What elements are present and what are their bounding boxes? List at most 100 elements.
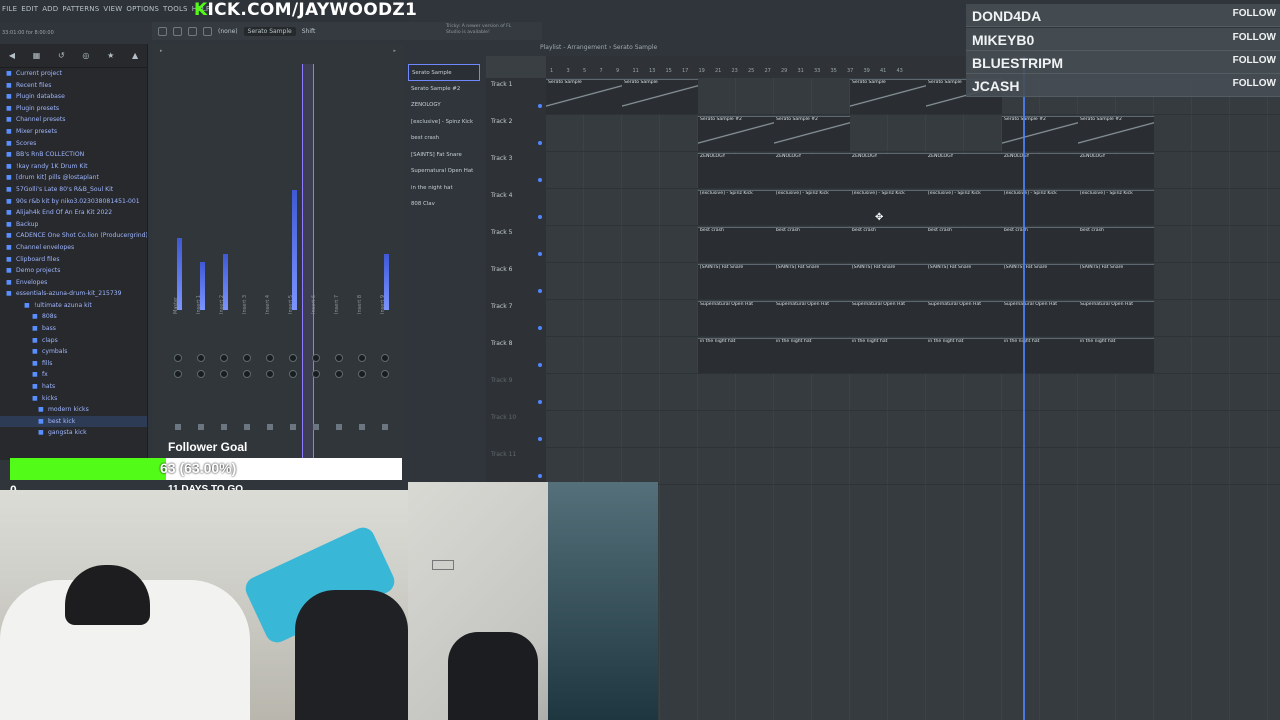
playlist-clip[interactable]: ZENOLOGY [698,153,774,188]
browser-collapse-icon[interactable]: ▲ [132,51,138,60]
browser-item[interactable]: ■ 808s [0,311,147,323]
browser-item[interactable]: ■ 57Golli's Late 80's R&B_Soul Kit [0,184,147,196]
playlist-clip[interactable]: [SAINTS] Fat Snare [774,264,850,299]
browser-item[interactable]: ■ modern kicks [0,404,147,416]
playlist-clip[interactable]: in the night hat [850,338,926,373]
track-mute-icon[interactable] [538,289,542,293]
view-mixer-icon[interactable] [203,26,212,36]
playlist-clip[interactable]: [exclusive] - Spinz Kick [774,190,850,225]
playlist-clip[interactable]: Serato Sample #2 [774,116,850,151]
track-mute-icon[interactable] [538,178,542,182]
playlist-clip[interactable]: [SAINTS] Fat Snare [1002,264,1078,299]
playlist-clip[interactable]: Supernatural Open Hat [698,301,774,336]
track-header[interactable]: Track 4 [486,189,546,226]
volume-knob-icon[interactable] [289,370,297,378]
playlist-clip[interactable]: [exclusive] - Spinz Kick [1002,190,1078,225]
playlist-clip[interactable]: Serato Sample #2 [698,116,774,151]
pan-knob-icon[interactable] [174,354,182,362]
mixer-track[interactable]: Insert 9 [377,64,395,460]
browser-item[interactable]: ■ bass [0,323,147,335]
playlist-clip[interactable]: [SAINTS] Fat Snare [850,264,926,299]
volume-knob-icon[interactable] [243,370,251,378]
playlist-clip[interactable]: in the night hat [1078,338,1154,373]
update-notice[interactable]: Tricky: A newer version of FL Studio is … [446,24,521,35]
mixer-track[interactable]: Insert 7 [331,64,349,460]
track-mute-icon[interactable] [538,400,542,404]
playlist-clip[interactable]: best crash [698,227,774,262]
playlist-clip[interactable]: best crash [1002,227,1078,262]
mixer-track[interactable]: Insert 3 [239,64,257,460]
browser-item[interactable]: ■ fx [0,369,147,381]
fader-handle[interactable] [382,424,388,430]
browser-item[interactable]: ■ kicks [0,393,147,405]
volume-knob-icon[interactable] [197,370,205,378]
playlist-clip[interactable]: Serato Sample #2 [1002,116,1078,151]
track-mute-icon[interactable] [538,474,542,478]
pan-knob-icon[interactable] [312,354,320,362]
track-lane[interactable]: [exclusive] - Spinz Kick [exclusive] - Sp… [546,189,1280,226]
fader-handle[interactable] [290,424,296,430]
track-mute-icon[interactable] [538,215,542,219]
browser-item[interactable]: ■ Envelopes [0,277,147,289]
pan-knob-icon[interactable] [381,354,389,362]
pan-knob-icon[interactable] [266,354,274,362]
playlist-clip[interactable]: ZENOLOGY [1002,153,1078,188]
browser-item[interactable]: ■ !kay randy 1K Drum Kit [0,161,147,173]
browser-item[interactable]: ■ Channel envelopes [0,242,147,254]
volume-knob-icon[interactable] [358,370,366,378]
playlist-clip[interactable]: ZENOLOGY [774,153,850,188]
track-mute-icon[interactable] [538,437,542,441]
mixer-track[interactable]: Insert 1 [193,64,211,460]
channel-item[interactable]: Serato Sample [408,64,480,81]
browser-item[interactable]: ■ Alijah4k End Of An Era Kit 2022 [0,207,147,219]
pan-knob-icon[interactable] [220,354,228,362]
pan-knob-icon[interactable] [197,354,205,362]
channel-item[interactable]: [exclusive] - Spinz Kick [408,114,480,131]
playlist-clip[interactable]: best crash [850,227,926,262]
track-header[interactable]: Track 6 [486,263,546,300]
track-header[interactable]: Track 11 [486,448,546,485]
browser-item[interactable]: ■ Mixer presets [0,126,147,138]
track-lane[interactable]: in the night hat in the night hat in the n… [546,337,1280,374]
volume-knob-icon[interactable] [335,370,343,378]
track-lane[interactable] [546,374,1280,411]
browser-item[interactable]: ■ essentials-azuna-drum-kit_215739 [0,288,147,300]
fader-handle[interactable] [244,424,250,430]
playlist-clip[interactable]: Serato Sample [622,79,698,114]
shift-button[interactable]: Shift [302,28,316,35]
fader-handle[interactable] [336,424,342,430]
track-header[interactable]: Track 2 [486,115,546,152]
playlist-clip[interactable]: best crash [926,227,1002,262]
track-mute-icon[interactable] [538,363,542,367]
browser-item[interactable]: ■ hats [0,381,147,393]
menu-item-add[interactable]: ADD [42,5,58,13]
browser-item[interactable]: ■ [drum kit] pills @lostaplant [0,172,147,184]
fader-handle[interactable] [198,424,204,430]
fader-handle[interactable] [175,424,181,430]
pan-knob-icon[interactable] [289,354,297,362]
channel-item[interactable]: Supernatural Open Hat [408,163,480,180]
volume-knob-icon[interactable] [381,370,389,378]
channel-item[interactable]: best crash [408,130,480,147]
pattern-selector[interactable]: Serato Sample [243,26,296,36]
playlist-clip[interactable]: Supernatural Open Hat [774,301,850,336]
browser-item[interactable]: ■ Scores [0,138,147,150]
browser-back-icon[interactable]: ◀ [9,51,15,60]
track-header[interactable]: Track 9 [486,374,546,411]
playlist-clip[interactable]: Serato Sample [546,79,622,114]
playlist-clip[interactable]: ZENOLOGY [1078,153,1154,188]
channel-item[interactable]: Serato Sample #2 [408,81,480,98]
track-mute-icon[interactable] [538,141,542,145]
browser-item[interactable]: ■ Plugin database [0,91,147,103]
channel-item[interactable]: ZENOLOGY [408,97,480,114]
view-playlist-icon[interactable] [158,26,167,36]
browser-undo-icon[interactable]: ↺ [58,51,65,60]
pan-knob-icon[interactable] [243,354,251,362]
volume-knob-icon[interactable] [312,370,320,378]
track-header[interactable]: Track 7 [486,300,546,337]
playlist-clip[interactable]: [exclusive] - Spinz Kick [698,190,774,225]
browser-item[interactable]: ■ Demo projects [0,265,147,277]
fader-handle[interactable] [359,424,365,430]
track-header[interactable]: Track 8 [486,337,546,374]
track-lane[interactable] [546,411,1280,448]
